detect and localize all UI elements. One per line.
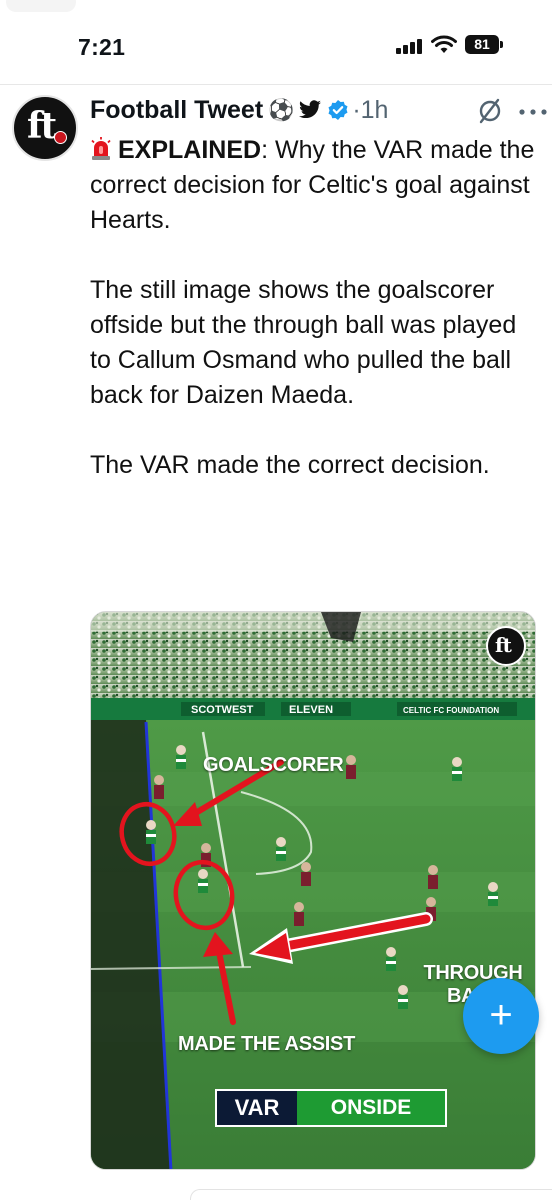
tweet-media-image[interactable]: SCOTWEST ELEVEN CELTIC FC FOUNDATION ft …	[90, 611, 536, 1170]
board-text-2: ELEVEN	[289, 704, 333, 716]
board-text-3: CELTIC FC FOUNDATION	[403, 706, 499, 715]
watermark-text: ft	[495, 633, 512, 657]
tweet-header: Football Tweet ⚽ · 1h	[90, 93, 388, 127]
football-pitch-illustration: SCOTWEST ELEVEN CELTIC FC FOUNDATION	[91, 612, 535, 1169]
tweet-timestamp[interactable]: 1h	[361, 96, 389, 125]
label-goalscorer: GOALSCORER	[203, 754, 344, 776]
avatar-ball-mark	[54, 131, 67, 144]
avatar-logo-text: ft	[27, 105, 57, 147]
compose-plus-icon[interactable]: +	[463, 978, 539, 1054]
onside-badge-label: ONSIDE	[297, 1091, 445, 1125]
next-card-edge	[190, 1189, 552, 1200]
more-icon[interactable]	[518, 103, 548, 121]
soccer-ball-icon: ⚽	[268, 98, 295, 122]
signal-icon	[396, 38, 428, 54]
author-name[interactable]: Football Tweet	[90, 96, 263, 125]
grok-icon[interactable]	[476, 97, 504, 125]
battery-icon: 81	[465, 35, 499, 54]
battery-tip	[500, 41, 503, 48]
separator-dot: ·	[352, 95, 361, 124]
avatar[interactable]: ft	[12, 95, 78, 161]
bird-icon	[299, 100, 322, 119]
label-made-the-assist: MADE THE ASSIST	[178, 1033, 355, 1055]
wifi-icon	[431, 35, 457, 53]
tweet-paragraph-2: The still image shows the goalscorer off…	[90, 276, 517, 409]
verified-badge-icon	[328, 100, 348, 120]
var-badge-label: VAR	[234, 1095, 280, 1120]
board-text-1: SCOTWEST	[191, 704, 254, 716]
status-bar: 7:21 81	[0, 0, 552, 84]
siren-icon	[91, 137, 111, 160]
media-watermark-logo: ft	[486, 626, 526, 666]
tweet-paragraph-3: The VAR made the correct decision.	[90, 451, 490, 479]
tweet-headline: EXPLAINED: Why the VAR made the correct …	[90, 133, 540, 238]
headline-bold: EXPLAINED	[118, 136, 262, 164]
var-onside-badge: VAR ONSIDE	[215, 1089, 447, 1127]
previous-app-pill	[6, 0, 76, 12]
status-time: 7:21	[78, 34, 126, 60]
tweet-text: EXPLAINED: Why the VAR made the correct …	[90, 133, 540, 518]
